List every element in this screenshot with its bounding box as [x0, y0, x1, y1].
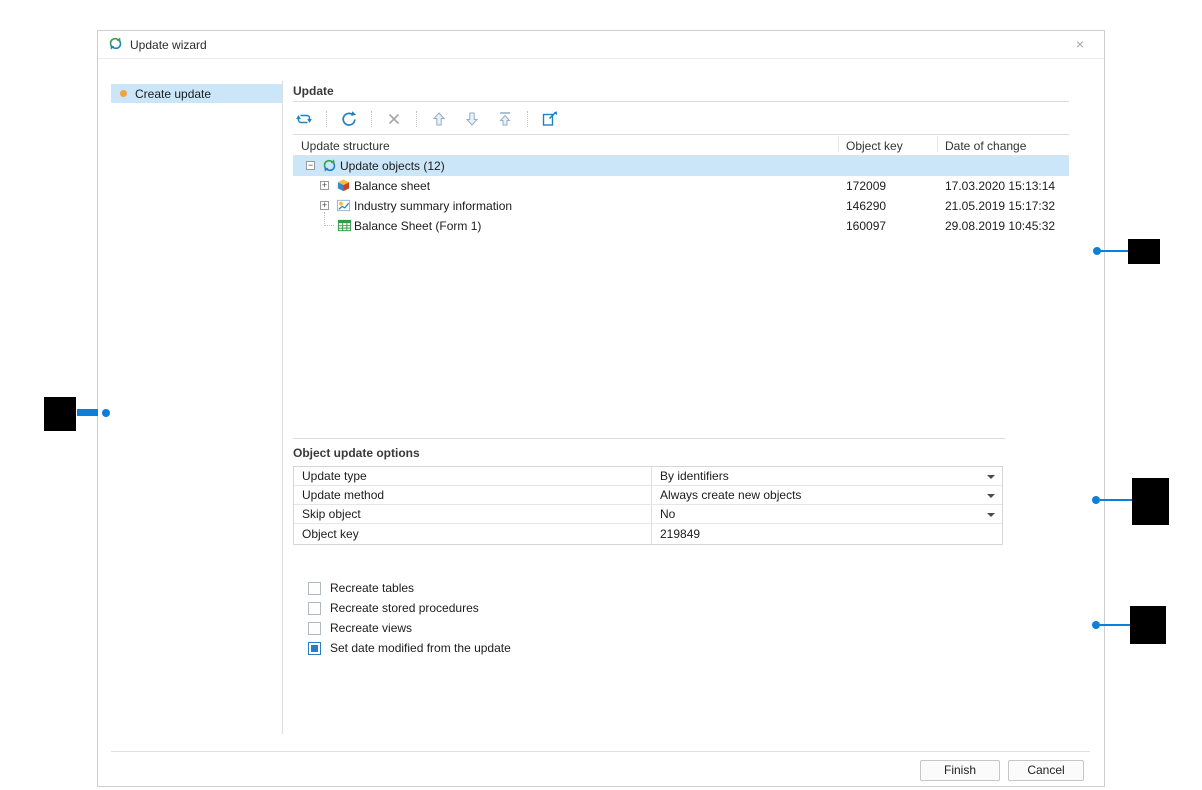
annotation-line: [1100, 499, 1132, 501]
sidebar-item-label: Create update: [135, 87, 211, 101]
chevron-down-icon[interactable]: [987, 494, 995, 502]
expand-icon[interactable]: +: [320, 181, 329, 190]
update-wizard-dialog: Update wizard × Create update Update: [97, 30, 1105, 787]
cube-icon: [336, 178, 351, 193]
replace-icon[interactable]: [293, 108, 315, 130]
option-row-object-key: Object key 219849: [294, 524, 1002, 544]
column-divider: [838, 137, 839, 152]
option-row-update-type: Update type By identifiers: [294, 467, 1002, 486]
tree-row-label: Update objects (12): [340, 156, 445, 176]
divider: [293, 134, 1069, 135]
footer-divider: [111, 751, 1090, 752]
tree-connector: [324, 212, 334, 226]
update-section-title: Update: [293, 84, 334, 98]
option-label: Update method: [302, 486, 384, 505]
wizard-steps-sidebar: Create update: [111, 81, 283, 734]
move-up-icon[interactable]: [428, 108, 450, 130]
checkbox-label: Recreate views: [330, 621, 412, 635]
annotation-line: [1100, 250, 1128, 252]
annotation-redaction-box: [1128, 239, 1160, 264]
recreate-stored-procedures-checkbox[interactable]: [308, 602, 321, 615]
page: Update wizard × Create update Update: [0, 0, 1202, 790]
annotation-redaction-box: [44, 397, 76, 431]
skip-object-select[interactable]: No: [660, 505, 675, 524]
update-objects-icon: [322, 158, 337, 173]
sidebar-item-create-update[interactable]: Create update: [111, 84, 282, 103]
update-wizard-icon: [108, 36, 123, 54]
cancel-button[interactable]: Cancel: [1008, 760, 1084, 781]
annotation-redaction-box: [1132, 478, 1169, 525]
checkbox-row-recreate-tables: Recreate tables: [308, 579, 414, 597]
column-header-update-structure[interactable]: Update structure: [301, 137, 390, 156]
dialog-titlebar: Update wizard ×: [98, 31, 1104, 59]
chevron-down-icon[interactable]: [987, 513, 995, 521]
chevron-down-icon[interactable]: [987, 475, 995, 483]
checkbox-label: Recreate tables: [330, 581, 414, 595]
toolbar-separator: [416, 111, 417, 127]
object-key-cell: 146290: [846, 196, 886, 216]
option-row-update-method: Update method Always create new objects: [294, 486, 1002, 505]
date-of-change-cell: 17.03.2020 15:13:14: [945, 176, 1055, 196]
annotation-dot: [1092, 496, 1100, 504]
divider: [293, 438, 1005, 439]
delete-icon[interactable]: [383, 108, 405, 130]
recreate-tables-checkbox[interactable]: [308, 582, 321, 595]
annotation-redaction-box: [1130, 606, 1166, 644]
column-divider: [937, 137, 938, 152]
checkbox-label: Recreate stored procedures: [330, 601, 479, 615]
checkbox-row-recreate-stored-procedures: Recreate stored procedures: [308, 599, 479, 617]
options-section-title: Object update options: [293, 446, 420, 460]
checkbox-row-recreate-views: Recreate views: [308, 619, 412, 637]
tree-row-label: Balance sheet: [354, 176, 430, 196]
option-row-skip-object: Skip object No: [294, 505, 1002, 524]
tree-row-balance-sheet-form1[interactable]: Balance Sheet (Form 1) 160097 29.08.2019…: [293, 216, 1069, 236]
option-label: Object key: [302, 524, 359, 544]
collapse-icon[interactable]: −: [306, 161, 315, 170]
column-header-object-key[interactable]: Object key: [846, 137, 903, 156]
annotation-dot: [102, 409, 110, 417]
option-label: Update type: [302, 467, 367, 486]
checkbox-row-set-date-modified: Set date modified from the update: [308, 639, 511, 657]
date-of-change-cell: 21.05.2019 15:17:32: [945, 196, 1055, 216]
checkbox-label: Set date modified from the update: [330, 641, 511, 655]
tree-row-update-objects[interactable]: − Update objects (12): [293, 156, 1069, 176]
annotation-dot: [1092, 621, 1100, 629]
divider: [293, 101, 1069, 102]
update-type-select[interactable]: By identifiers: [660, 467, 729, 486]
column-header-date-of-change[interactable]: Date of change: [945, 137, 1026, 156]
toolbar-separator: [326, 111, 327, 127]
object-key-cell: 160097: [846, 216, 886, 236]
update-method-select[interactable]: Always create new objects: [660, 486, 801, 505]
toolbar-separator: [371, 111, 372, 127]
tree-column-headers: Update structure Object key Date of chan…: [293, 137, 1069, 156]
edit-object-icon[interactable]: [539, 108, 561, 130]
dialog-title: Update wizard: [130, 38, 207, 52]
date-of-change-cell: 29.08.2019 10:45:32: [945, 216, 1055, 236]
move-down-icon[interactable]: [461, 108, 483, 130]
annotation-line: [1100, 624, 1130, 626]
set-date-modified-checkbox[interactable]: [308, 642, 321, 655]
close-icon[interactable]: ×: [1072, 36, 1088, 52]
tree-row-industry-summary[interactable]: + Industry summary information 146290 21…: [293, 196, 1069, 216]
tree-row-label: Industry summary information: [354, 196, 512, 216]
refresh-icon[interactable]: [338, 108, 360, 130]
tree-row-balance-sheet[interactable]: + Balance sheet 172009 17.03.2020 15:13:…: [293, 176, 1069, 196]
table-icon: [337, 218, 352, 233]
object-key-cell: 172009: [846, 176, 886, 196]
expand-icon[interactable]: +: [320, 201, 329, 210]
step-bullet-icon: [120, 90, 127, 97]
option-label: Skip object: [302, 505, 361, 524]
annotation-dash: [77, 409, 98, 416]
tree-row-label: Balance Sheet (Form 1): [354, 216, 481, 236]
toolbar-separator: [527, 111, 528, 127]
object-key-field[interactable]: 219849: [660, 524, 700, 544]
object-update-options-table: Update type By identifiers Update method…: [293, 466, 1003, 545]
finish-button[interactable]: Finish: [920, 760, 1000, 781]
move-to-top-icon[interactable]: [494, 108, 516, 130]
chart-icon: [336, 198, 351, 213]
tree-toolbar: [293, 106, 1069, 132]
recreate-views-checkbox[interactable]: [308, 622, 321, 635]
